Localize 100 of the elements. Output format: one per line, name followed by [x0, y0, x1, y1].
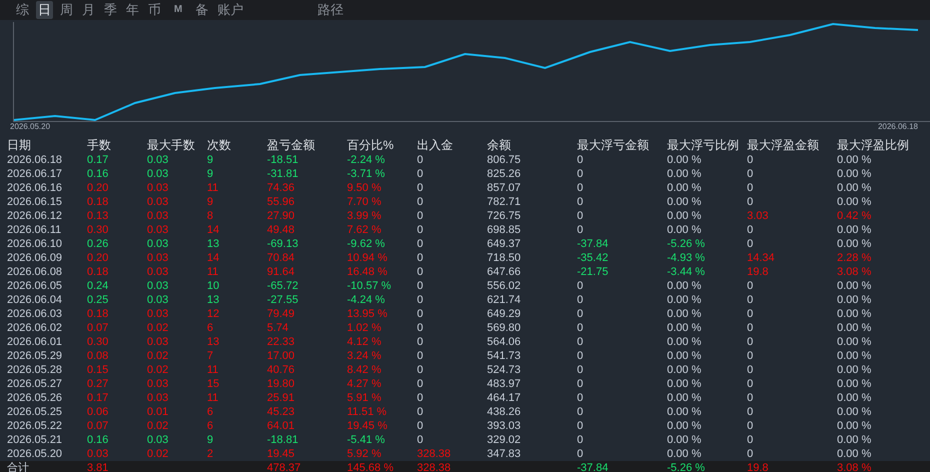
- table-cell-text: 0: [577, 433, 584, 447]
- table-cell-text: 0.02: [147, 349, 170, 363]
- column-header: 最大浮盈比例: [837, 138, 910, 153]
- table-cell-text: 0: [747, 433, 754, 447]
- table-cell-text: 0.17: [87, 391, 110, 405]
- table-cell-text: 329.02: [487, 433, 522, 447]
- table-cell-text: 564.06: [487, 335, 522, 349]
- table-cell-text: 0.03: [147, 433, 170, 447]
- tab[interactable]: 币: [146, 1, 163, 19]
- table-cell-text: 0: [577, 153, 584, 167]
- table-cell-text: 0.00 %: [837, 167, 872, 181]
- tab[interactable]: 周: [58, 1, 75, 19]
- table-cell-text: 0.03: [147, 377, 170, 391]
- table-cell-text: 0.00 %: [667, 181, 702, 195]
- table-cell-text: 0: [577, 195, 584, 209]
- table-cell-text: 2026.06.02: [7, 321, 64, 335]
- table-cell-text: 9: [207, 153, 214, 167]
- table-cell-text: 0.01: [147, 405, 170, 419]
- tab[interactable]: 备: [193, 1, 210, 19]
- table-cell-text: 0.00 %: [837, 237, 872, 251]
- table-cell-text: 11: [207, 363, 220, 377]
- tab[interactable]: 综: [14, 1, 31, 19]
- table-cell-text: 14: [207, 251, 220, 265]
- table-cell-text: 2026.05.22: [7, 419, 64, 433]
- table-cell-text: 0.00 %: [667, 391, 702, 405]
- table-cell-text: 0: [577, 377, 584, 391]
- table-cell-text: 0: [417, 377, 424, 391]
- table-cell-text: 2026.06.03: [7, 307, 64, 321]
- column-header: 百分比%: [347, 138, 395, 153]
- table-cell-text: 11: [207, 265, 220, 279]
- table-cell-text: 7: [207, 349, 214, 363]
- table-cell-text: 0.18: [87, 265, 110, 279]
- table-cell-text: 0: [577, 223, 584, 237]
- table-cell-text: 0.00 %: [837, 181, 872, 195]
- table-cell-text: 0.02: [147, 321, 170, 335]
- table-cell-text: 698.85: [487, 223, 522, 237]
- table-cell-text: 0: [417, 307, 424, 321]
- table-cell-text: 74.36: [267, 181, 296, 195]
- table-cell-text: 0.03: [147, 279, 170, 293]
- tab[interactable]: 账户: [215, 1, 246, 19]
- table-cell-text: 0.00 %: [667, 293, 702, 307]
- table-cell-text: 0.24: [87, 279, 110, 293]
- table-cell-text: 0: [577, 293, 584, 307]
- table-cell-text: 14: [207, 223, 220, 237]
- table-cell-text: 0: [417, 265, 424, 279]
- table-cell-text: 3.03: [747, 209, 770, 223]
- table-cell-text: 0.00 %: [667, 153, 702, 167]
- table-cell-text: 0.03: [147, 307, 170, 321]
- table-cell-text: 2026.06.15: [7, 195, 64, 209]
- table-cell-text: 11: [207, 391, 220, 405]
- column-header: 次数: [207, 138, 232, 153]
- table-cell-text: 9: [207, 167, 214, 181]
- table-cell-text: 0: [577, 419, 584, 433]
- table-cell-text: 0.00 %: [837, 293, 872, 307]
- table-cell-text: 806.75: [487, 153, 522, 167]
- table-cell-text: 478.37: [267, 461, 302, 472]
- table-cell-text: 0.00 %: [837, 335, 872, 349]
- tab[interactable]: M: [172, 1, 184, 19]
- column-header: 最大浮盈金额: [747, 138, 820, 153]
- table-cell-text: 0.03: [147, 195, 170, 209]
- table-cell-text: 393.03: [487, 419, 522, 433]
- table-cell-text: -37.84: [577, 237, 610, 251]
- tab[interactable]: 月: [80, 1, 97, 19]
- table-cell-text: 17.00: [267, 349, 296, 363]
- table-cell-text: -69.13: [267, 237, 300, 251]
- table-cell-text: 2026.05.28: [7, 363, 64, 377]
- table-cell-text: 0.00 %: [837, 307, 872, 321]
- table-cell-text: 22.33: [267, 335, 296, 349]
- table-cell-text: 0: [417, 405, 424, 419]
- table-cell-text: 0.00 %: [837, 377, 872, 391]
- tab[interactable]: 季: [102, 1, 119, 19]
- table-cell-text: 0.15: [87, 363, 110, 377]
- table-cell-text: 40.76: [267, 363, 296, 377]
- table-cell-text: -27.55: [267, 293, 300, 307]
- table-cell-text: 0.03: [87, 447, 110, 461]
- table-cell-text: 569.80: [487, 321, 522, 335]
- tab[interactable]: 年: [124, 1, 141, 19]
- table-cell-text: 91.64: [267, 265, 296, 279]
- table-cell-text: 0.30: [87, 335, 110, 349]
- table-cell-text: -65.72: [267, 279, 300, 293]
- table-cell-text: 0.00 %: [837, 321, 872, 335]
- column-header: 最大浮亏金额: [577, 138, 650, 153]
- table-cell-text: 5.91 %: [347, 391, 382, 405]
- table-cell-text: 0: [747, 223, 754, 237]
- table-cell-text: 9: [207, 195, 214, 209]
- table-cell-text: 0.00 %: [667, 321, 702, 335]
- table-cell-text: 2026.05.21: [7, 433, 64, 447]
- table-cell-text: 70.84: [267, 251, 296, 265]
- table-cell-text: 0: [577, 447, 584, 461]
- table-cell-text: 464.17: [487, 391, 522, 405]
- table-cell-text: 0.13: [87, 209, 110, 223]
- table-cell-text: 0.00 %: [667, 279, 702, 293]
- table-cell-text: 0.30: [87, 223, 110, 237]
- table-cell-text: 541.73: [487, 349, 522, 363]
- tab[interactable]: 日: [36, 1, 53, 19]
- table-cell-text: -5.41 %: [347, 433, 386, 447]
- table-cell-text: 0.27: [87, 377, 110, 391]
- table-cell-text: -35.42: [577, 251, 610, 265]
- tab[interactable]: 路径: [315, 1, 346, 19]
- table-cell-text: 13: [207, 237, 220, 251]
